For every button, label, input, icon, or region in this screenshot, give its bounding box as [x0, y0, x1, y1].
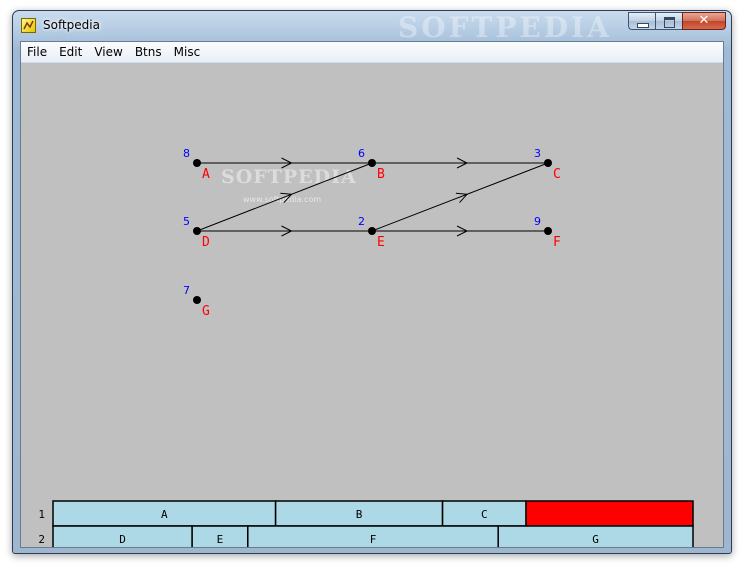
- gantt-bar-label: C: [481, 508, 488, 521]
- node-number-C: 3: [534, 147, 541, 160]
- menu-btns[interactable]: Btns: [129, 42, 168, 62]
- node-number-B: 6: [358, 147, 365, 160]
- window-controls: ✕: [628, 12, 726, 31]
- menu-misc[interactable]: Misc: [168, 42, 207, 62]
- node-number-D: 5: [183, 215, 190, 228]
- app-icon[interactable]: [21, 18, 36, 33]
- gantt-bar-label: D: [119, 533, 126, 546]
- minimize-button[interactable]: [628, 12, 655, 30]
- node-label-G: G: [202, 304, 210, 319]
- node-label-B: B: [377, 167, 385, 182]
- node-number-A: 8: [183, 147, 190, 160]
- gantt-chart: 1ABC2DEFG057814161723: [38, 500, 694, 547]
- row-label: 2: [38, 533, 45, 546]
- menu-edit[interactable]: Edit: [53, 42, 88, 62]
- gantt-bar-highlight[interactable]: [525, 500, 694, 527]
- window-title: Softpedia: [43, 18, 100, 32]
- menu-bar: File Edit View Btns Misc: [21, 42, 723, 63]
- node-label-D: D: [202, 235, 210, 250]
- node-F[interactable]: [544, 227, 552, 235]
- maximize-icon: [664, 17, 675, 28]
- maximize-button[interactable]: [655, 12, 682, 30]
- gantt-bar-label: G: [592, 533, 599, 546]
- node-label-A: A: [202, 167, 210, 182]
- app-glyph: [23, 20, 34, 30]
- menu-file[interactable]: File: [21, 42, 53, 62]
- node-C[interactable]: [544, 159, 552, 167]
- node-number-F: 9: [534, 215, 541, 228]
- gantt-bar-label: E: [217, 533, 224, 546]
- node-label-E: E: [377, 235, 385, 250]
- app-window: Softpedia SOFTPEDIA ✕ File Edit View Btn…: [12, 10, 732, 554]
- menu-view[interactable]: View: [88, 42, 128, 62]
- watermark-url: www.softpedia.com: [243, 195, 321, 204]
- gantt-bar-label: F: [370, 533, 377, 546]
- gantt-bar-label: B: [356, 508, 363, 521]
- dependency-graph: SOFTPEDIAwww.softpedia.comA8B6C3D5E2F9G7: [183, 147, 561, 319]
- node-A[interactable]: [193, 159, 201, 167]
- gantt-bar-label: A: [161, 508, 168, 521]
- drawing-canvas[interactable]: SOFTPEDIAwww.softpedia.comA8B6C3D5E2F9G7…: [21, 63, 723, 547]
- node-B[interactable]: [368, 159, 376, 167]
- title-bar[interactable]: Softpedia SOFTPEDIA ✕: [13, 11, 731, 44]
- node-label-C: C: [553, 167, 561, 182]
- node-E[interactable]: [368, 227, 376, 235]
- client-area: File Edit View Btns Misc SOFTPEDIA www.so…: [20, 41, 724, 548]
- node-label-F: F: [553, 235, 561, 250]
- node-G[interactable]: [193, 296, 201, 304]
- edge-E-C: [371, 162, 549, 232]
- node-number-E: 2: [358, 215, 365, 228]
- close-icon: ✕: [698, 13, 710, 28]
- minimize-icon: [637, 23, 649, 28]
- node-number-G: 7: [183, 284, 190, 297]
- row-label: 1: [38, 508, 45, 521]
- title-watermark: SOFTPEDIA: [398, 11, 612, 44]
- node-D[interactable]: [193, 227, 201, 235]
- close-button[interactable]: ✕: [682, 12, 726, 30]
